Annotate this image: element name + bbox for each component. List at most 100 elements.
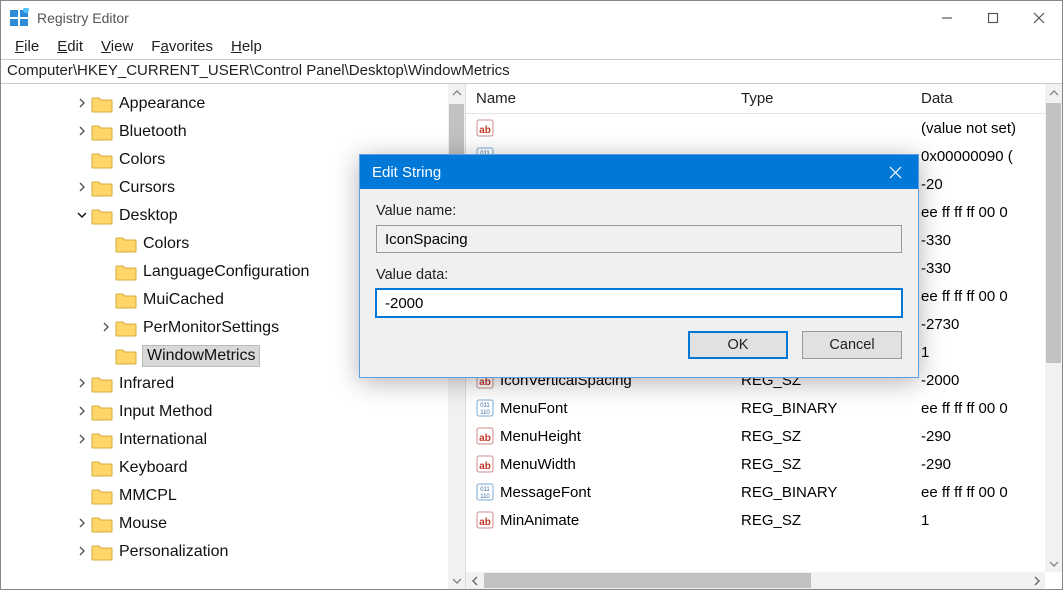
list-row[interactable]: ab (value not set) <box>466 114 1062 142</box>
cancel-button[interactable]: Cancel <box>802 331 902 359</box>
folder-icon <box>91 207 113 225</box>
chevron-right-icon[interactable] <box>73 125 91 139</box>
tree-item-label: Keyboard <box>119 459 188 477</box>
list-vscrollbar[interactable] <box>1045 84 1062 572</box>
tree-item[interactable]: MMCPL <box>1 482 465 510</box>
folder-icon <box>115 235 137 253</box>
tree-item-label: Personalization <box>119 543 228 561</box>
folder-icon <box>115 291 137 309</box>
svg-text:011: 011 <box>480 487 490 493</box>
scroll-up-icon[interactable] <box>448 84 465 101</box>
list-row[interactable]: abMenuWidthREG_SZ-290 <box>466 450 1062 478</box>
value-data: -330 <box>911 232 1062 249</box>
folder-icon <box>91 487 113 505</box>
list-hscrollbar[interactable] <box>466 572 1045 589</box>
chevron-right-icon[interactable] <box>73 517 91 531</box>
list-row[interactable]: ab MenuHeight REG_SZ-290 <box>466 422 1062 450</box>
value-name: MessageFont <box>500 484 591 501</box>
scroll-down-icon[interactable] <box>448 572 465 589</box>
chevron-right-icon[interactable] <box>97 321 115 335</box>
col-name[interactable]: Name <box>466 90 731 107</box>
menu-edit[interactable]: Edit <box>49 36 91 57</box>
titlebar: Registry Editor <box>1 1 1062 34</box>
col-data[interactable]: Data <box>911 90 1062 107</box>
value-type: REG_BINARY <box>731 400 911 417</box>
value-type: REG_SZ <box>731 428 911 445</box>
folder-icon <box>91 375 113 393</box>
value-data: 1 <box>911 512 1062 529</box>
svg-text:ab: ab <box>479 377 491 388</box>
menu-favorites[interactable]: Favorites <box>143 36 221 57</box>
string-value-icon: ab <box>476 427 494 445</box>
svg-text:ab: ab <box>479 461 491 472</box>
scroll-down-icon[interactable] <box>1045 555 1062 572</box>
chevron-right-icon[interactable] <box>73 545 91 559</box>
maximize-button[interactable] <box>970 1 1016 34</box>
tree-item[interactable]: Mouse <box>1 510 465 538</box>
folder-icon <box>91 123 113 141</box>
address-bar[interactable]: Computer\HKEY_CURRENT_USER\Control Panel… <box>1 59 1062 84</box>
chevron-down-icon[interactable] <box>73 209 91 223</box>
minimize-button[interactable] <box>924 1 970 34</box>
value-data: (value not set) <box>911 120 1062 137</box>
folder-icon <box>91 151 113 169</box>
binary-value-icon: 011110 <box>476 483 494 501</box>
list-row[interactable]: abMinAnimateREG_SZ1 <box>466 506 1062 534</box>
tree-item-label: Cursors <box>119 179 175 197</box>
tree-item-label: Colors <box>143 235 189 253</box>
edit-string-dialog: Edit String Value name: Value data: OK C… <box>359 154 919 378</box>
chevron-right-icon[interactable] <box>73 97 91 111</box>
value-name: MenuWidth <box>500 456 576 473</box>
dialog-close-button[interactable] <box>872 155 918 189</box>
value-name-field[interactable] <box>376 225 902 253</box>
string-value-icon: ab <box>476 119 494 137</box>
value-name: MenuHeight <box>500 428 581 445</box>
value-data: 0x00000090 ( <box>911 148 1062 165</box>
value-data: -20 <box>911 176 1062 193</box>
scroll-left-icon[interactable] <box>466 572 483 589</box>
svg-text:110: 110 <box>480 410 490 416</box>
scroll-up-icon[interactable] <box>1045 84 1062 101</box>
chevron-right-icon[interactable] <box>73 377 91 391</box>
binary-value-icon: 011110 <box>476 399 494 417</box>
list-row[interactable]: 011110MenuFontREG_BINARYee ff ff ff 00 0 <box>466 394 1062 422</box>
tree-item-label: Bluetooth <box>119 123 187 141</box>
tree-item[interactable]: Input Method <box>1 398 465 426</box>
value-data: 1 <box>911 344 1062 361</box>
string-value-icon: ab <box>476 455 494 473</box>
chevron-right-icon[interactable] <box>73 405 91 419</box>
value-data: ee ff ff ff 00 0 <box>911 204 1062 221</box>
value-data: ee ff ff ff 00 0 <box>911 484 1062 501</box>
folder-icon <box>115 263 137 281</box>
value-data: -2730 <box>911 316 1062 333</box>
svg-text:ab: ab <box>479 517 491 528</box>
folder-icon <box>91 179 113 197</box>
tree-item-label: Colors <box>119 151 165 169</box>
ok-button[interactable]: OK <box>688 331 788 359</box>
menu-help[interactable]: Help <box>223 36 270 57</box>
close-button[interactable] <box>1016 1 1062 34</box>
list-header: Name Type Data <box>466 84 1062 114</box>
value-data: -2000 <box>911 372 1062 389</box>
dialog-titlebar[interactable]: Edit String <box>360 155 918 189</box>
scroll-right-icon[interactable] <box>1028 572 1045 589</box>
chevron-right-icon[interactable] <box>73 181 91 195</box>
value-data-field[interactable] <box>376 289 902 317</box>
menu-view[interactable]: View <box>93 36 141 57</box>
value-data: -290 <box>911 428 1062 445</box>
value-data: -330 <box>911 260 1062 277</box>
menu-file[interactable]: File <box>7 36 47 57</box>
folder-icon <box>115 319 137 337</box>
value-data: ee ff ff ff 00 0 <box>911 288 1062 305</box>
list-row[interactable]: 011110MessageFontREG_BINARYee ff ff ff 0… <box>466 478 1062 506</box>
tree-item[interactable]: Personalization <box>1 538 465 566</box>
tree-item[interactable]: Bluetooth <box>1 118 465 146</box>
chevron-right-icon[interactable] <box>73 433 91 447</box>
folder-icon <box>91 459 113 477</box>
col-type[interactable]: Type <box>731 90 911 107</box>
tree-item[interactable]: Keyboard <box>1 454 465 482</box>
tree-item[interactable]: International <box>1 426 465 454</box>
folder-icon <box>91 515 113 533</box>
tree-item[interactable]: Appearance <box>1 90 465 118</box>
folder-icon <box>91 431 113 449</box>
